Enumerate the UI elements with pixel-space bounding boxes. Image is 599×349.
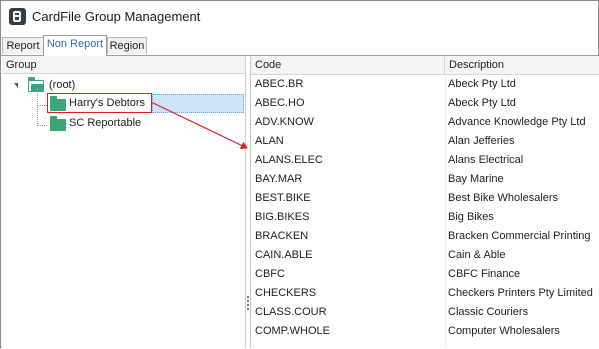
tab-non-report[interactable]: Non Report [43, 35, 107, 56]
group-tree-panel: Group (root) Harry's Debtors SC Reportab… [2, 56, 246, 348]
code-cell: ADV.KNOW [255, 116, 314, 128]
description-cell: Alan Jefferies [448, 135, 515, 147]
code-cell: ABEC.HO [255, 97, 305, 109]
description-cell: Classic Couriers [448, 306, 529, 318]
table-row[interactable]: ABEC.BR Abeck Pty Ltd [251, 75, 599, 94]
table-row[interactable]: BRACKEN Bracken Commercial Printing [251, 227, 599, 246]
table-row[interactable]: ADV.KNOW Advance Knowledge Pty Ltd [251, 113, 599, 132]
description-cell: Checkers Printers Pty Limited [448, 287, 593, 299]
grid-header: Code Description [251, 56, 599, 75]
code-cell: CLASS.COUR [255, 306, 327, 318]
table-row[interactable]: CAIN.ABLE Cain & Able [251, 246, 599, 265]
cardfile-app-icon [9, 8, 26, 25]
tree-node-label: SC Reportable [69, 117, 142, 129]
description-cell: Computer Wholesalers [448, 325, 560, 337]
code-cell: BRACKEN [255, 230, 309, 242]
folder-icon [50, 116, 66, 131]
code-cell: ALAN [255, 135, 284, 147]
code-cell: BEST.BIKE [255, 192, 311, 204]
description-cell: Advance Knowledge Pty Ltd [448, 116, 586, 128]
table-row[interactable]: COMP.WHOLE Computer Wholesalers [251, 322, 599, 341]
grip-dot [247, 304, 249, 306]
table-row[interactable]: BAY.MAR Bay Marine [251, 170, 599, 189]
description-cell: Abeck Pty Ltd [448, 97, 516, 109]
code-cell: CHECKERS [255, 287, 317, 299]
description-cell: Alans Electrical [448, 154, 524, 166]
code-cell: CAIN.ABLE [255, 249, 313, 261]
app-window: CardFile Group Management Report Non Rep… [0, 0, 599, 348]
tab-strip: Report Non Report Region [1, 35, 598, 56]
table-row[interactable]: ALAN Alan Jefferies [251, 132, 599, 151]
description-cell: Cain & Able [448, 249, 506, 261]
folder-open-icon [28, 77, 44, 92]
window-title: CardFile Group Management [32, 9, 201, 24]
expand-arrow-icon[interactable] [14, 83, 18, 88]
table-row[interactable]: CBFC CBFC Finance [251, 265, 599, 284]
tree-node-sc-reportable[interactable]: SC Reportable [47, 114, 245, 133]
description-cell: Abeck Pty Ltd [448, 78, 516, 90]
grip-dot [247, 308, 249, 310]
table-row[interactable]: CLASS.COUR Classic Couriers [251, 303, 599, 322]
tree-connector [37, 105, 47, 106]
code-column-header[interactable]: Code [251, 56, 445, 74]
description-cell: Big Bikes [448, 211, 494, 223]
code-cell: ALANS.ELEC [255, 154, 323, 166]
tab-region[interactable]: Region [107, 37, 147, 54]
tree-connector [37, 88, 38, 126]
code-cell: COMP.WHOLE [255, 325, 330, 337]
table-row[interactable]: BEST.BIKE Best Bike Wholesalers [251, 189, 599, 208]
code-cell: BIG.BIKES [255, 211, 310, 223]
description-cell: Bracken Commercial Printing [448, 230, 591, 242]
tab-report[interactable]: Report [2, 37, 44, 54]
annotation-highlight-box [47, 93, 152, 113]
group-members-grid: Code Description ABEC.BR Abeck Pty Ltd ABE… [250, 56, 599, 348]
group-column-header[interactable]: Group [2, 56, 245, 74]
table-row[interactable]: ABEC.HO Abeck Pty Ltd [251, 94, 599, 113]
tree-connector [37, 125, 47, 126]
table-row[interactable]: CHECKERS Checkers Printers Pty Limited [251, 284, 599, 303]
code-cell: BAY.MAR [255, 173, 303, 185]
grip-dot [247, 296, 249, 298]
description-cell: CBFC Finance [448, 268, 521, 280]
grip-dot [247, 300, 249, 302]
code-cell: CBFC [255, 268, 285, 280]
code-cell: ABEC.BR [255, 78, 304, 90]
table-row[interactable]: BIG.BIKES Big Bikes [251, 208, 599, 227]
title-bar: CardFile Group Management [1, 1, 598, 33]
description-column-header[interactable]: Description [445, 56, 599, 74]
description-cell: Bay Marine [448, 173, 504, 185]
table-row[interactable]: ALANS.ELEC Alans Electrical [251, 151, 599, 170]
description-cell: Best Bike Wholesalers [448, 192, 559, 204]
